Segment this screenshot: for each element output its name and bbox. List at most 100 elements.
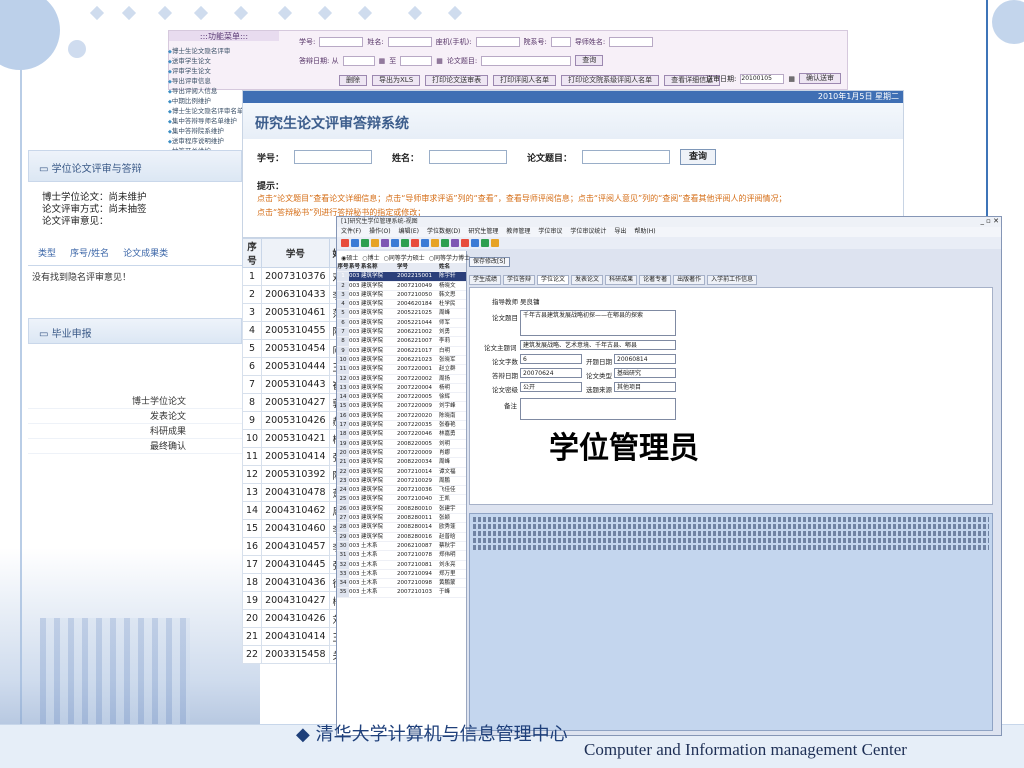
list-item[interactable]: 28 003 建筑学院 2008280014 欧秀蓬 (337, 523, 466, 533)
advisor-input[interactable] (609, 37, 654, 47)
menu-item[interactable]: 学位数据(D) (427, 227, 460, 237)
window-controls[interactable]: _ ▫ ✕ (980, 217, 999, 225)
toolbar-icon[interactable] (471, 239, 479, 247)
menu-item[interactable]: 研究生管理 (468, 227, 498, 237)
toolbar-icon[interactable] (371, 239, 379, 247)
toolbar-icon[interactable] (451, 239, 459, 247)
dept-no-input[interactable] (550, 37, 571, 47)
tree-item[interactable]: 评审学生论文 (168, 66, 242, 76)
detail-tab[interactable]: 发表论文 (571, 275, 604, 285)
list-item[interactable]: 17 003 建筑学院 2007220035 张春艳 (337, 421, 466, 431)
toolbar-icon[interactable] (391, 239, 399, 247)
list-item[interactable]: 11 003 建筑学院 2007220001 赵立群 (337, 365, 466, 375)
list-item[interactable]: 8 003 建筑学院 2006221007 李莉 (337, 337, 466, 347)
list-item[interactable]: 32 003 土木系 2007210081 刘永亮 (337, 560, 466, 570)
list-item[interactable]: 35 003 土木系 2007210103 于峰 (337, 588, 466, 598)
graduation-item[interactable]: 博士学位论文 (28, 394, 242, 409)
thesis-title-field[interactable]: 千年古县建筑发展战略初探——在郫县的探索 (520, 310, 676, 336)
list-item[interactable]: 6 003 建筑学院 2005221044 师军 (337, 318, 466, 329)
list-item[interactable]: 33 003 土木系 2007210094 郑万里 (337, 569, 466, 580)
degree-type-radio[interactable]: ◉硕士 (341, 255, 358, 262)
tree-item[interactable]: 中期比例维护 (168, 96, 242, 106)
tree-item[interactable]: 博士生论文隐名评审名单 (168, 106, 242, 116)
menu-item[interactable]: 帮助(H) (634, 227, 655, 237)
toolbar-icon[interactable] (401, 239, 409, 247)
word-count-field[interactable]: 6 (520, 354, 582, 364)
list-item[interactable]: 25 003 建筑学院 2007210040 王凯 (337, 495, 466, 505)
toolbar-icon[interactable] (351, 239, 359, 247)
menu-item[interactable]: 学位审议统计 (570, 227, 606, 237)
menu-item[interactable]: 文件(F) (341, 227, 361, 237)
toolbar-icon[interactable] (421, 239, 429, 247)
list-item[interactable]: 12 003 建筑学院 2007220002 周扬 (337, 374, 466, 384)
menu-item[interactable]: 操作(O) (369, 227, 390, 237)
list-item[interactable]: 13 003 建筑学院 2007220004 杨明 (337, 383, 466, 394)
list-item[interactable]: 21 003 建筑学院 2008220034 周峰 (337, 458, 466, 468)
list-item[interactable]: 5 003 建筑学院 2005221025 周峰 (337, 309, 466, 319)
toolbar-icon[interactable] (341, 239, 349, 247)
graduation-item[interactable]: 最终确认 (28, 439, 242, 454)
menu-item[interactable]: 导出 (614, 227, 626, 237)
save-button[interactable]: 保存修改[S] (469, 257, 510, 267)
start-date-field[interactable]: 20060814 (614, 354, 676, 364)
list-item[interactable]: 18 003 建筑学院 2007220046 林嘉勇 (337, 430, 466, 440)
menu-item[interactable]: 学位审议 (538, 227, 562, 237)
student-no-input[interactable] (294, 150, 373, 164)
detail-tab[interactable]: 出版著作 (673, 275, 706, 285)
list-item[interactable]: 26 003 建筑学院 2008280010 张建宇 (337, 504, 466, 515)
calendar-icon[interactable]: ▦ (788, 75, 795, 83)
degree-type-radio[interactable]: ○同等学力博士 (429, 255, 470, 262)
date-from-input[interactable] (342, 55, 375, 66)
name-input[interactable] (429, 150, 508, 164)
delete-button[interactable]: 删除 (339, 75, 367, 86)
keywords-field[interactable]: 建筑发展战略、艺术意境、千年古县、郫县 (520, 340, 676, 350)
toolbar-icon[interactable] (481, 239, 489, 247)
detail-tab[interactable]: 学位答辩 (503, 275, 536, 285)
toolbar-icon[interactable] (381, 239, 389, 247)
menu-item[interactable]: 教师管理 (506, 227, 530, 237)
list-item[interactable]: 4 003 建筑学院 2004620184 杜学民 (337, 300, 466, 310)
print-dept-reviewer-list-button[interactable]: 打印论文院系级评阅人名单 (561, 75, 660, 86)
tree-item[interactable]: 集中答辩院系维护 (168, 126, 242, 136)
list-item[interactable]: 10 003 建筑学院 2006221023 张晓军 (337, 355, 466, 366)
date-to-input[interactable] (400, 55, 433, 66)
thesis-title-input[interactable] (582, 150, 671, 164)
source-field[interactable]: 其他项目 (614, 382, 676, 392)
detail-tab[interactable]: 科研成果 (605, 275, 638, 285)
degree-type-radio[interactable]: ○同等学力硕士 (384, 255, 425, 262)
secret-field[interactable]: 公开 (520, 382, 582, 392)
tree-item[interactable]: 导出评审信息 (168, 76, 242, 86)
detail-tab[interactable]: 学生成绩 (469, 275, 502, 285)
list-item[interactable]: 30 003 土木系 2006210087 蔡秋宇 (337, 541, 466, 552)
abstract-text-area[interactable] (469, 513, 993, 731)
toolbar-icon[interactable] (491, 239, 499, 247)
list-item[interactable]: 22 003 建筑学院 2007210014 谭文福 (337, 467, 466, 477)
list-item[interactable]: 23 003 建筑学院 2007210029 周鹏 (337, 476, 466, 487)
detail-tab[interactable]: 论著专著 (639, 275, 672, 285)
toolbar-icon[interactable] (361, 239, 369, 247)
calendar-icon[interactable]: ▦ (379, 57, 386, 65)
remark-field[interactable] (520, 398, 676, 420)
toolbar-icon[interactable] (441, 239, 449, 247)
tree-item[interactable]: 导出评阅人信息 (168, 86, 242, 96)
thesis-title-input[interactable] (481, 55, 572, 66)
list-item[interactable]: 3 003 建筑学院 2007210050 韩文思 (337, 290, 466, 301)
export-xls-button[interactable]: 导出为XLS (372, 75, 421, 86)
print-review-form-button[interactable]: 打印论文送审表 (425, 75, 489, 86)
list-item[interactable]: 1 003 建筑学院 2002215001 陈宇轩 (337, 272, 466, 282)
list-item[interactable]: 2 003 建筑学院 2007210049 杨晓文 (337, 281, 466, 291)
graduation-item[interactable]: 发表论文 (28, 409, 242, 424)
type-field[interactable]: 基础研究 (614, 368, 676, 378)
tree-item[interactable]: 博士生论文隐名评审 (168, 46, 242, 56)
list-item[interactable]: 34 003 土木系 2007210098 黄鹏蒙 (337, 579, 466, 589)
toolbar-icon[interactable] (411, 239, 419, 247)
detail-tab[interactable]: 学位论文 (537, 275, 570, 285)
print-reviewer-list-button[interactable]: 打印评阅人名单 (493, 75, 557, 86)
graduation-item[interactable]: 科研成果 (28, 424, 242, 439)
tree-item[interactable]: 集中答辩导师名单维护 (168, 116, 242, 126)
list-item[interactable]: 31 003 土木系 2007210078 郑伟明 (337, 551, 466, 561)
tree-item[interactable]: 送审程序说明维护 (168, 136, 242, 146)
confirm-send-button[interactable]: 确认送审 (799, 73, 841, 84)
menu-item[interactable]: 编辑(E) (399, 227, 419, 237)
list-item[interactable]: 14 003 建筑学院 2007220005 徐辉 (337, 393, 466, 403)
